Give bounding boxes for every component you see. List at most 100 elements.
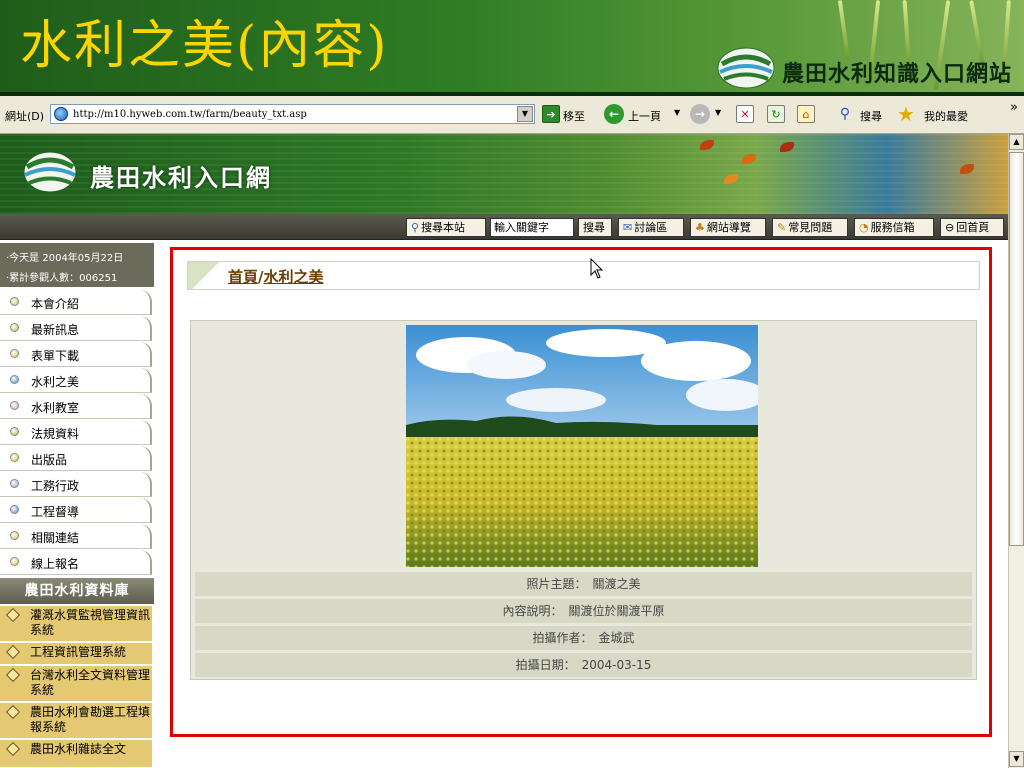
search-icon[interactable]: ⚲ [836,105,854,123]
nav-faq[interactable]: ✎ 常見問題 [772,218,848,237]
sidebar-item-beauty[interactable]: 水利之美 [0,368,152,393]
search-button[interactable]: 搜尋 [860,108,882,124]
database-item[interactable]: 農田水利雜誌全文 [0,740,152,768]
photo-author-row: 拍攝作者： 金城武 [195,626,972,650]
ie-page-icon [54,107,68,121]
nav-faq-label: 常見問題 [788,221,833,234]
decor-grass [837,0,851,60]
database-header: 農田水利資料庫 [0,578,154,604]
scrollbar-thumb[interactable] [1009,152,1024,546]
browser-address-bar: 網址(D) http://m10.hyweb.com.tw/farm/beaut… [0,96,1024,134]
sidebar-item-registration[interactable]: 線上報名 [0,550,152,575]
menu-bullet-icon [10,375,19,384]
stop-icon[interactable]: ✕ [736,105,754,123]
database-item[interactable]: 灌溉水質監視管理資訊系統 [0,606,152,642]
sidebar-item-label: 線上報名 [31,557,80,571]
database-item-label: 農田水利雜誌全文 [30,742,127,756]
menu-bullet-icon [10,505,19,514]
diamond-icon [5,607,21,623]
sidebar-item-news[interactable]: 最新訊息 [0,316,152,341]
database-item-label: 工程資訊管理系統 [30,645,127,659]
photo-description-label: 內容說明： [502,604,563,618]
address-input[interactable]: http://m10.hyweb.com.tw/farm/beauty_txt.… [50,104,535,124]
forward-dropdown-icon[interactable]: ▼ [715,108,721,117]
photo-description-value: 關渡位於關渡平原 [568,604,665,618]
forward-arrow-icon[interactable]: → [690,104,710,124]
sidebar-item-administration[interactable]: 工務行政 [0,472,152,497]
go-arrow-icon[interactable]: ➔ [542,105,560,123]
nav-home-label: 回首頁 [956,221,990,234]
mouse-pointer-icon [590,258,604,279]
back-dropdown-icon[interactable]: ▼ [674,108,680,117]
sidebar-item-links[interactable]: 相關連結 [0,524,152,549]
sidebar-item-publications[interactable]: 出版品 [0,446,152,471]
nav-search-button[interactable]: 搜尋 [578,218,612,237]
menu-bullet-icon [10,297,19,306]
toolbar-more[interactable]: » [1010,100,1018,115]
photo-date-label: 拍攝日期： [515,658,576,672]
photo-date-value: 2004-03-15 [581,658,652,672]
photo-topic-row: 照片主題： 關渡之美 [195,572,972,596]
sidebar-item-regulations[interactable]: 法規資料 [0,420,152,445]
sidebar-item-forms[interactable]: 表單下載 [0,342,152,367]
nav-forum[interactable]: ✉ 討論區 [618,218,684,237]
sidebar-item-label: 水利教室 [31,401,80,415]
back-arrow-icon[interactable]: ← [604,104,624,124]
breadcrumb-home-link[interactable]: 首頁 [228,268,258,286]
keyword-input[interactable]: 輸入關鍵字 [490,218,574,237]
photo-author-value: 金城武 [598,631,635,645]
site-nav-bar: ⚲ 搜尋本站 輸入關鍵字 搜尋 ✉ 討論區 ♣ 網站導覽 ✎ 常見問題 ◔ 服務信箱 ⊖ 回… [0,214,1008,240]
menu-bullet-icon [10,427,19,436]
database-item[interactable]: 台灣水利全文資料管理系統 [0,666,152,702]
database-item[interactable]: 工程資訊管理系統 [0,643,152,665]
nav-search-site-label: 搜尋本站 [421,221,466,234]
sidebar-item-supervision[interactable]: 工程督導 [0,498,152,523]
nav-home[interactable]: ⊖ 回首頁 [940,218,1004,237]
web-page: 農田水利入口網 ⚲ 搜尋本站 輸入關鍵字 搜尋 ✉ 討論區 ♣ 網站導覽 ✎ 常見問題 … [0,134,1008,768]
breadcrumb-current-link[interactable]: 水利之美 [264,268,324,286]
diamond-icon [5,741,21,757]
nav-sitemap[interactable]: ♣ 網站導覽 [690,218,766,237]
database-item-label: 灌溉水質監視管理資訊系統 [30,608,151,637]
sidebar-item-label: 出版品 [31,453,68,467]
scroll-up-icon[interactable]: ▲ [1009,134,1024,150]
nav-mailbox[interactable]: ◔ 服務信箱 [854,218,934,237]
home-arrow-icon: ⊖ [945,221,955,234]
sunflower-field-photo [406,325,758,567]
database-item-label: 農田水利會勘選工程填報系統 [30,705,151,734]
site-logo-icon[interactable] [22,150,78,194]
menu-bullet-icon [10,401,19,410]
photo-author-label: 拍攝作者： [532,631,593,645]
nav-mailbox-label: 服務信箱 [870,221,915,234]
sidebar-item-about[interactable]: 本會介紹 [0,290,152,315]
back-button[interactable]: 上一頁 [628,108,661,124]
go-button[interactable]: 移至 [563,108,585,124]
sidebar-item-label: 法規資料 [31,427,80,441]
menu-bullet-icon [10,323,19,332]
sitemap-icon: ♣ [695,221,705,234]
refresh-icon[interactable]: ↻ [767,105,785,123]
menu-bullet-icon [10,453,19,462]
address-url: http://m10.hyweb.com.tw/farm/beauty_txt.… [73,109,307,120]
magnifier-icon: ⚲ [411,221,420,234]
sidebar-item-classroom[interactable]: 水利教室 [0,394,152,419]
breadcrumb-decor [188,262,224,289]
photo-description-row: 內容說明： 關渡位於關渡平原 [195,599,972,623]
slide-header: 水利之美(內容) 農田水利知識入口網站 [0,0,1024,96]
site-title: 農田水利入口網 [90,164,272,192]
favorites-star-icon[interactable]: ★ [897,102,915,126]
diamond-icon [5,667,21,683]
today-date: ‧今天是 2004年05月22日 [6,253,124,264]
vertical-scrollbar[interactable]: ▲ ▼ [1008,134,1024,768]
sidebar-item-label: 工程督導 [31,505,80,519]
slide-title: 水利之美(內容) [20,16,389,76]
address-dropdown-icon[interactable]: ▼ [517,106,533,122]
mailbox-icon: ◔ [859,221,869,234]
favorites-button[interactable]: 我的最愛 [924,108,968,124]
home-icon[interactable]: ⌂ [797,105,815,123]
nav-search-site[interactable]: ⚲ 搜尋本站 [406,218,486,237]
menu-bullet-icon [10,479,19,488]
scroll-down-icon[interactable]: ▼ [1009,751,1024,767]
database-item[interactable]: 農田水利會勘選工程填報系統 [0,703,152,739]
sidebar-item-label: 水利之美 [31,375,80,389]
